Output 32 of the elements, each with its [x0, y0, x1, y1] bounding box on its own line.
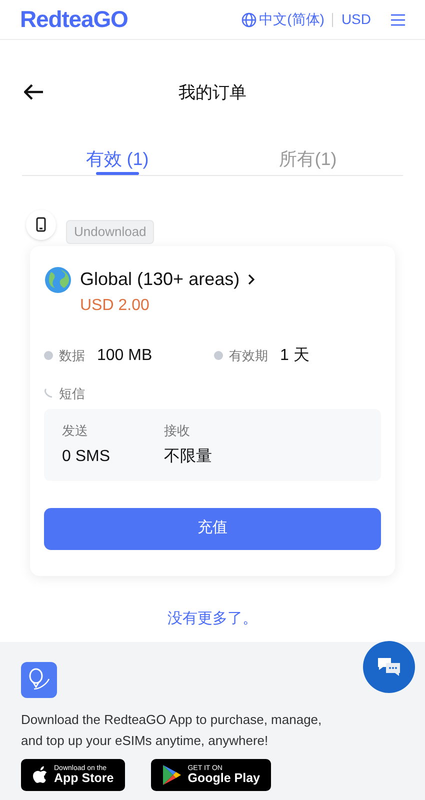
apple-icon [32, 766, 48, 784]
tab[interactable]: 有效 (1) [86, 144, 149, 174]
end-note: 没有更多了。 [168, 608, 258, 628]
sms-label: 短信 [59, 384, 85, 402]
spec-value: 100 MB [97, 346, 152, 366]
chat-icon[interactable] [376, 656, 402, 678]
spec-label: 数据 [59, 346, 85, 365]
top-up-button[interactable]: 充值 [44, 508, 381, 550]
tab[interactable]: 所有(1) [278, 144, 337, 174]
plan-name[interactable]: Global (130+ areas) [80, 266, 240, 293]
language-selector[interactable]: 中文(简体) [259, 9, 324, 30]
sms-receive-value: 不限量 [164, 446, 212, 466]
menu-icon[interactable] [391, 14, 405, 26]
page-title: 我的订单 [178, 82, 246, 104]
play-icon [162, 764, 182, 786]
back-icon[interactable] [24, 84, 44, 100]
phone-icon [26, 210, 56, 240]
app-icon [21, 662, 57, 698]
spec-label: 有效期 [229, 346, 268, 365]
sms-send-value: 0 SMS [62, 446, 110, 466]
globe-icon [44, 266, 72, 294]
globe-icon [241, 12, 258, 28]
logo[interactable]: RedteaGO [20, 2, 128, 37]
status-tag: Undownload [66, 220, 154, 244]
price: USD 2.00 [80, 296, 150, 316]
sms-send-label: 发送 [62, 422, 89, 440]
download-text: Download the RedteaGO App to purchase, manage, and top up your eSIMs anytime, anywhere! [21, 711, 323, 750]
phone-call-icon [44, 388, 53, 398]
currency-selector[interactable]: USD [341, 9, 371, 30]
sms-receive-label: 接收 [164, 422, 192, 440]
spec-value: 1 天 [280, 346, 310, 366]
chevron-right-icon[interactable] [248, 274, 255, 285]
